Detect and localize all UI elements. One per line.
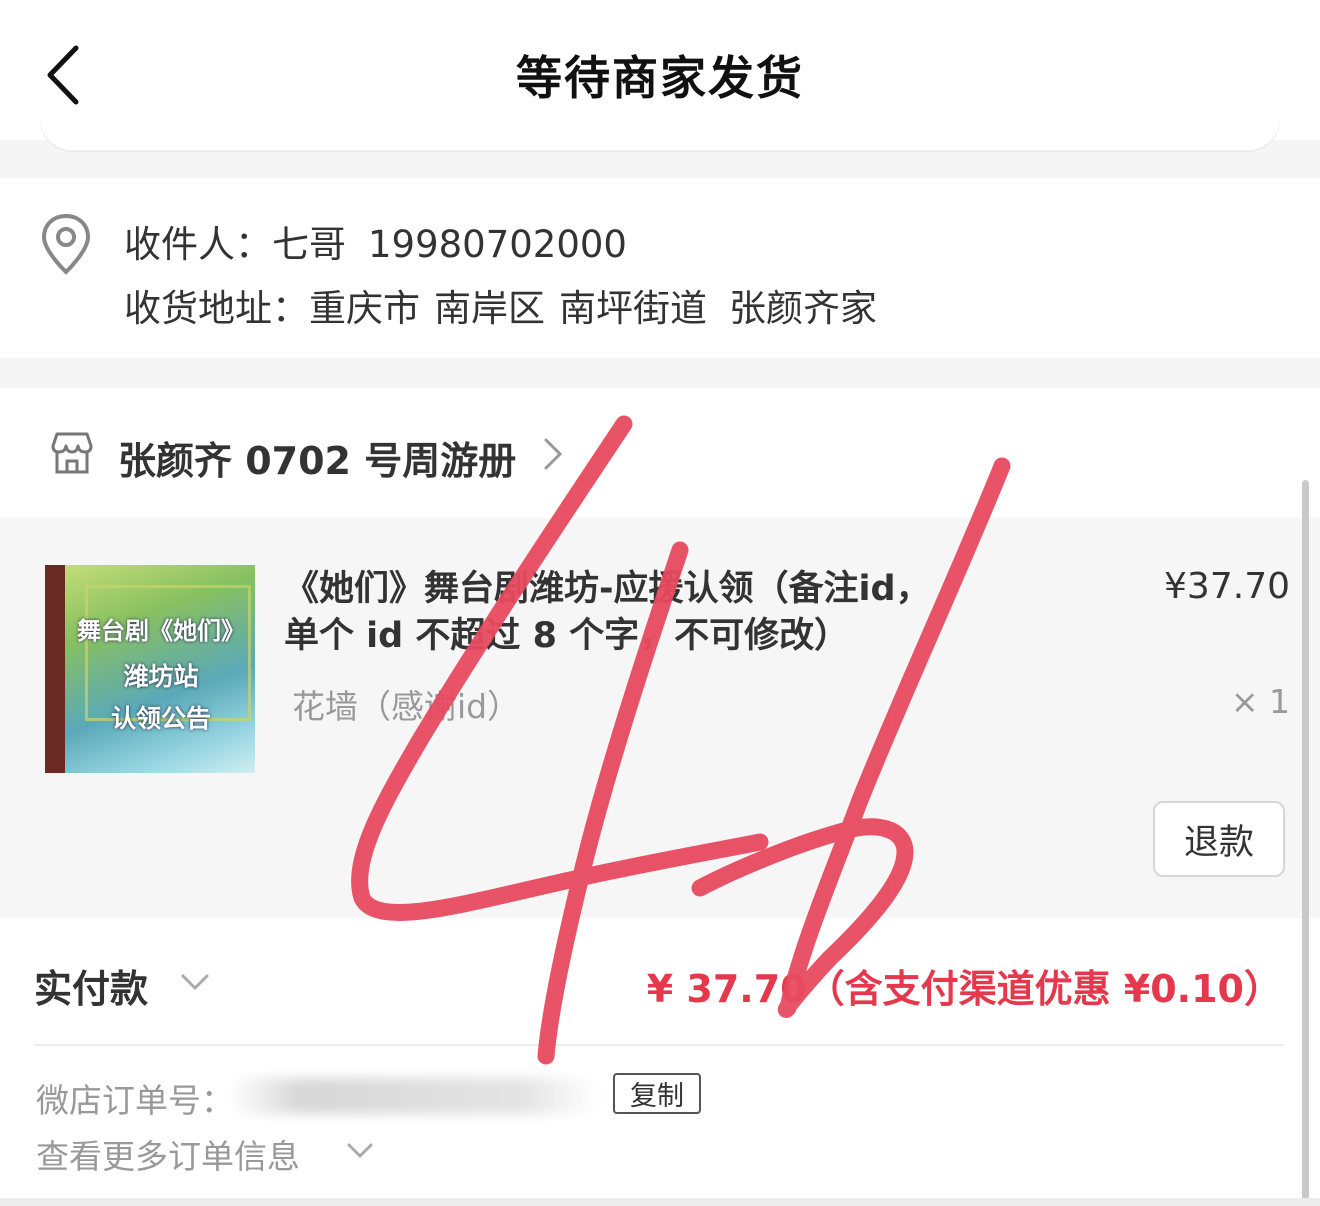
thumbnail-text-3: 认领公告 — [110, 704, 211, 733]
order-number-redacted — [228, 1078, 598, 1114]
address-city: 重庆市 — [309, 287, 420, 330]
recipient-label: 收件人： — [124, 223, 272, 266]
location-pin-icon — [41, 213, 91, 275]
chevron-down-icon[interactable] — [180, 972, 210, 992]
more-order-info-link[interactable]: 查看更多订单信息 — [36, 1130, 300, 1178]
product-title[interactable]: 《她们》舞台剧潍坊-应援认领（备注id，单个 id 不超过 8 个字，不可修改） — [284, 566, 964, 660]
paid-amount-value: ¥ 37.70（含支付渠道优惠 ¥0.10） — [646, 967, 1282, 1011]
product-quantity: × 1 — [1230, 682, 1290, 721]
address-district: 南岸区 — [434, 287, 545, 330]
recipient-line: 收件人：七哥 19980702000 — [124, 214, 627, 268]
chevron-down-icon[interactable] — [346, 1142, 374, 1160]
divider — [34, 1044, 1284, 1046]
paid-amount-label[interactable]: 实付款 — [34, 958, 148, 1013]
product-thumbnail[interactable]: 舞台剧《她们》 潍坊站 认领公告 — [45, 565, 255, 773]
bottom-edge — [0, 1198, 1320, 1206]
product-price: ¥37.70 — [1164, 566, 1290, 607]
product-spec: 花墙（感谢id） — [292, 687, 521, 726]
order-number-label: 微店订单号： — [36, 1081, 234, 1120]
chevron-right-icon[interactable] — [540, 434, 566, 474]
header-curve — [40, 118, 1280, 150]
store-icon — [51, 432, 93, 474]
recipient-phone: 19980702000 — [368, 223, 627, 266]
thumbnail-text-2: 潍坊站 — [123, 662, 199, 691]
scrollbar[interactable] — [1302, 480, 1309, 1200]
copy-button[interactable]: 复制 — [613, 1073, 701, 1114]
shop-name[interactable]: 张颜齐 0702 号周游册 — [118, 430, 516, 485]
address-street: 南坪街道 — [559, 287, 707, 330]
address-detail: 张颜齐家 — [729, 287, 877, 330]
refund-button[interactable]: 退款 — [1153, 801, 1285, 877]
thumbnail-text-1: 舞台剧《她们》 — [77, 616, 245, 645]
recipient-name: 七哥 — [272, 223, 346, 266]
address-line: 收货地址：重庆市 南岸区 南坪街道 张颜齐家 — [124, 278, 877, 332]
thumbnail-strip — [45, 565, 65, 773]
page-title: 等待商家发货 — [516, 51, 804, 105]
address-label: 收货地址： — [124, 287, 309, 330]
